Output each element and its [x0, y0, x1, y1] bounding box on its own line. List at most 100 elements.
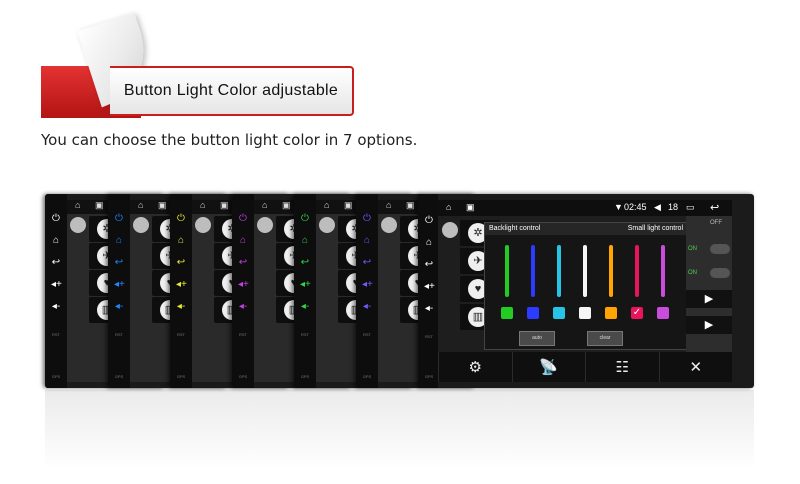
- toggle-1[interactable]: [710, 244, 730, 254]
- gps-label: GPS: [424, 374, 434, 379]
- volume-down-icon[interactable]: ◂-: [238, 302, 248, 312]
- color-bar[interactable]: [505, 245, 509, 297]
- bottom-dock: ⚙ 📡 ☷ ✕: [438, 352, 732, 382]
- volume-level: 18: [668, 202, 679, 212]
- screenshot-icon[interactable]: ▣: [220, 200, 229, 211]
- round-button[interactable]: [133, 217, 149, 233]
- power-icon[interactable]: ⏻: [176, 214, 186, 224]
- color-swatch[interactable]: [579, 307, 591, 319]
- home-outline-icon[interactable]: ⌂: [75, 200, 80, 210]
- return-icon[interactable]: ↩: [710, 201, 719, 214]
- power-icon[interactable]: ⏻: [238, 214, 248, 224]
- right-control-panel: OFF ON ON ▶ ▶: [686, 216, 732, 352]
- power-icon[interactable]: ⏻: [362, 214, 372, 224]
- bezel: ⏻ ⌂ ↩ ◂+ ◂- RST GPS: [294, 194, 316, 388]
- home-icon[interactable]: ⌂: [362, 236, 372, 246]
- settings-icon[interactable]: ⚙: [438, 352, 512, 382]
- dialog-mode: Small light control: [627, 225, 683, 232]
- front-bezel: ⏻ ⌂ ↩ ◂+ ◂- RST GPS: [418, 194, 438, 388]
- back-icon[interactable]: ↩: [300, 258, 310, 268]
- home-icon[interactable]: ⌂: [176, 236, 186, 246]
- volume-up-icon[interactable]: ◂+: [176, 280, 187, 290]
- play-button-2[interactable]: ▶: [686, 316, 732, 334]
- gps-label: GPS: [362, 374, 372, 379]
- back-icon[interactable]: ↩: [114, 258, 124, 268]
- color-swatch[interactable]: ✓: [631, 307, 643, 319]
- floor-reflection: [45, 390, 754, 470]
- auto-button[interactable]: auto: [519, 331, 555, 346]
- color-swatch[interactable]: [501, 307, 513, 319]
- back-icon[interactable]: ↩: [238, 258, 248, 268]
- screenshot-icon[interactable]: ▣: [344, 200, 353, 211]
- back-icon[interactable]: ↩: [362, 258, 372, 268]
- color-bar[interactable]: [557, 245, 561, 297]
- color-bar[interactable]: [661, 245, 665, 297]
- home-icon[interactable]: ⌂: [424, 238, 434, 248]
- color-swatch[interactable]: [657, 307, 669, 319]
- color-swatch[interactable]: [605, 307, 617, 319]
- front-screen: ⌂ ▣ ▼ 02:45 ◀ 18 ▭ ↩ ✲ ✈ ♥ ▥ Backlight c…: [438, 200, 732, 382]
- backlight-dialog: Backlight control Small light control ✓ …: [484, 222, 688, 350]
- gps-icon[interactable]: 📡: [511, 352, 586, 382]
- round-button[interactable]: [381, 217, 397, 233]
- color-bar[interactable]: [609, 245, 613, 297]
- volume-up-icon[interactable]: ◂+: [238, 280, 249, 290]
- round-button[interactable]: [257, 217, 273, 233]
- color-swatch[interactable]: [553, 307, 565, 319]
- clear-button[interactable]: clear: [587, 331, 623, 346]
- reset-label: RST: [115, 332, 123, 337]
- power-icon[interactable]: ⏻: [300, 214, 310, 224]
- home-icon[interactable]: ⌂: [238, 236, 248, 246]
- reset-label: RST: [301, 332, 309, 337]
- power-icon[interactable]: ⏻: [114, 214, 124, 224]
- home-outline-icon[interactable]: ⌂: [138, 200, 143, 210]
- back-icon[interactable]: ↩: [176, 258, 186, 268]
- color-bar[interactable]: [583, 245, 587, 297]
- volume-up-icon[interactable]: ◂+: [51, 280, 62, 290]
- round-button[interactable]: [70, 217, 86, 233]
- round-button[interactable]: [195, 217, 211, 233]
- round-button[interactable]: [319, 217, 335, 233]
- home-outline-icon[interactable]: ⌂: [446, 202, 451, 212]
- home-icon[interactable]: ⌂: [51, 236, 61, 246]
- home-icon[interactable]: ⌂: [300, 236, 310, 246]
- play-button-1[interactable]: ▶: [686, 290, 732, 308]
- volume-up-icon[interactable]: ◂+: [300, 280, 311, 290]
- power-icon[interactable]: ⏻: [424, 216, 434, 226]
- menu-icon[interactable]: ▭: [686, 202, 695, 213]
- toggle-2[interactable]: [710, 268, 730, 278]
- status-bar: ⌂ ▣ ▼ 02:45 ◀ 18 ▭ ↩: [438, 200, 732, 216]
- volume-down-icon[interactable]: ◂-: [362, 302, 372, 312]
- screenshot-icon[interactable]: ▣: [406, 200, 415, 211]
- home-outline-icon[interactable]: ⌂: [386, 200, 391, 210]
- screenshot-icon[interactable]: ▣: [95, 200, 104, 211]
- volume-down-icon[interactable]: ◂-: [424, 304, 434, 314]
- screenshot-icon[interactable]: ▣: [466, 202, 475, 213]
- screenshot-icon[interactable]: ▣: [158, 200, 167, 211]
- volume-up-icon[interactable]: ◂+: [114, 280, 125, 290]
- equalizer-icon[interactable]: ☷: [585, 352, 659, 382]
- power-icon[interactable]: ⏻: [51, 214, 61, 224]
- volume-down-icon[interactable]: ◂-: [114, 302, 124, 312]
- back-icon[interactable]: ↩: [51, 258, 61, 268]
- volume-down-icon[interactable]: ◂-: [300, 302, 310, 312]
- reset-label: RST: [363, 332, 371, 337]
- home-outline-icon[interactable]: ⌂: [200, 200, 205, 210]
- color-swatch[interactable]: [527, 307, 539, 319]
- dialog-title: Backlight control: [489, 225, 541, 232]
- back-icon[interactable]: ↩: [424, 260, 434, 270]
- volume-down-icon[interactable]: ◂-: [51, 302, 61, 312]
- home-outline-icon[interactable]: ⌂: [262, 200, 267, 210]
- front-round-button[interactable]: [442, 222, 458, 238]
- gps-label: GPS: [114, 374, 124, 379]
- screenshot-icon[interactable]: ▣: [282, 200, 291, 211]
- volume-up-icon[interactable]: ◂+: [424, 282, 435, 292]
- volume-up-icon[interactable]: ◂+: [362, 280, 373, 290]
- reset-label: RST: [52, 332, 60, 337]
- color-bar[interactable]: [635, 245, 639, 297]
- home-icon[interactable]: ⌂: [114, 236, 124, 246]
- home-outline-icon[interactable]: ⌂: [324, 200, 329, 210]
- tools-icon[interactable]: ✕: [658, 352, 733, 382]
- color-bar[interactable]: [531, 245, 535, 297]
- volume-down-icon[interactable]: ◂-: [176, 302, 186, 312]
